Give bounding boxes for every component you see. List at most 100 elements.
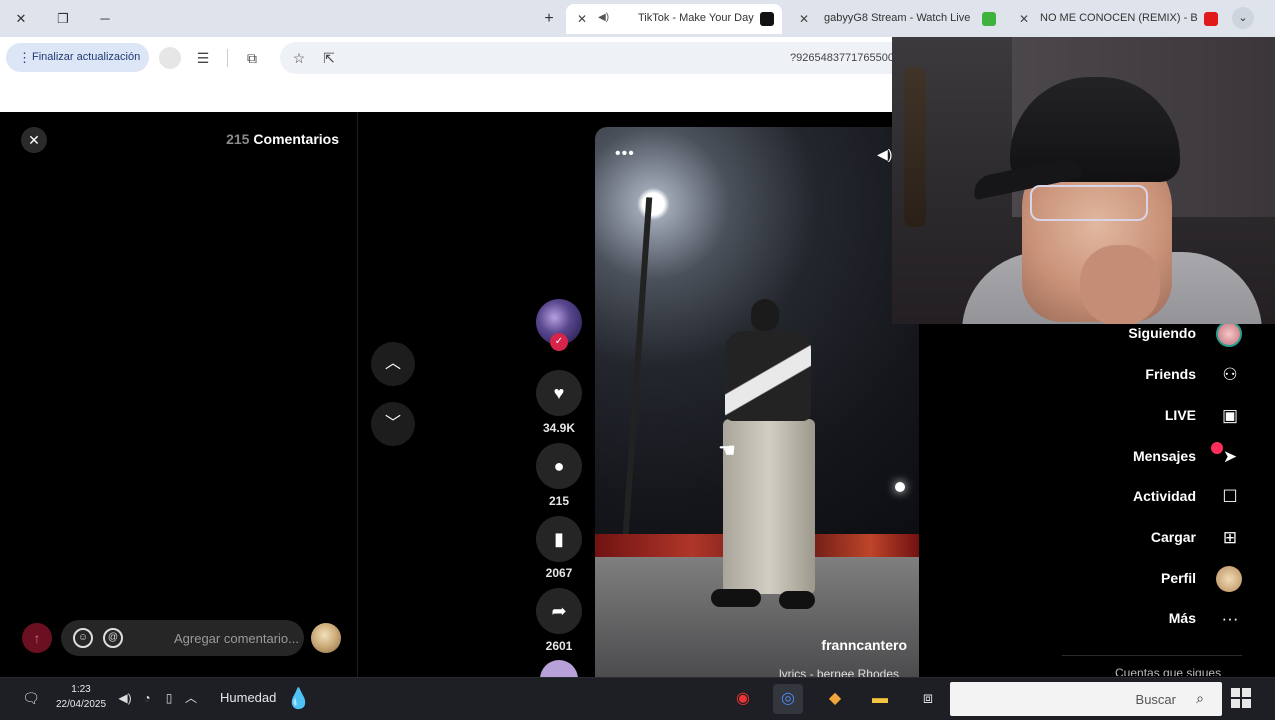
tab-youtube[interactable]: ✕ NO ME CONOCEN (REMIX) - B [1014,4,1226,34]
toolbar-divider [227,49,228,67]
chevron-up-icon: ︿ [384,355,401,372]
screen: ✕ ❐ ─ + ✕ ◀) TikTok - Make Your Day ✕ ga… [0,0,1275,720]
windows-taskbar: 🗨 1:23 22/04/2025 ◀) ◔ ▯ ︿ Humedad 💧 ◉ ◎… [0,677,1275,720]
clock-date: 22/04/2025 [55,699,107,710]
close-window-icon[interactable]: ✕ [10,8,32,30]
distant-light [895,482,905,492]
upload-icon: ⊞ [1222,528,1238,547]
street-light-pole [619,197,653,577]
youtube-favicon-icon [1204,12,1218,26]
bluestacks-app-icon[interactable]: ◆ [820,684,850,714]
comment-button[interactable]: ● [536,443,582,489]
bookmark-star-icon[interactable]: ☆ [289,48,309,68]
notification-center-icon[interactable]: 🗨 [20,687,42,709]
webcam-hand [1080,245,1160,324]
sidebar-item-profile[interactable]: Perfil [1100,564,1244,594]
volume-icon[interactable]: ◀) [116,689,134,707]
tab-close-icon[interactable]: ✕ [1016,11,1032,27]
video-author[interactable]: franncantero [821,637,907,653]
battery-icon[interactable]: ▯ [160,689,178,707]
new-tab-button[interactable]: + [538,8,560,30]
creator-avatar[interactable]: ✓ [536,299,582,351]
comments-count: 215 [226,131,250,147]
chevron-down-icon: ﹀ [384,415,401,432]
sidebar-item-upload[interactable]: Cargar ⊞ [1100,523,1244,553]
dancer-jacket [725,331,811,421]
water-drop-icon[interactable]: 💧 [286,686,311,712]
sidebar-item-label: Siguiendo [1128,325,1196,341]
video-music[interactable]: lyrics - bernee Rhodes [779,667,899,677]
dancer-shoe [711,589,761,607]
tab-tiktok[interactable]: ✕ ◀) TikTok - Make Your Day [566,4,782,34]
share-button[interactable]: ➦ [536,588,582,634]
follow-check-icon[interactable]: ✓ [550,333,568,351]
tab-title: TikTok - Make Your Day [638,12,754,24]
send-comment-button[interactable]: ↑ [22,623,52,653]
comment-input-box: ☺ @ [61,620,304,656]
previous-video-button[interactable]: ︿ [371,342,415,386]
more-icon: ··· [1221,609,1239,628]
following-avatar-icon [1216,321,1242,347]
file-explorer-icon[interactable]: ▬ [865,684,895,714]
sidebar-item-more[interactable]: Más ··· [1100,604,1244,634]
task-view-icon[interactable]: ⧈ [913,684,943,714]
heart-icon: ♥ [553,383,565,403]
clock-time: 1:23 [71,684,91,695]
browser-tab-bar: ✕ ❐ ─ + ✕ ◀) TikTok - Make Your Day ✕ ga… [0,0,1275,37]
kebab-menu-icon: ⋮ [18,50,31,65]
sidebar-item-live[interactable]: LIVE ▣ [1100,401,1244,431]
next-video-button[interactable]: ﹀ [371,402,415,446]
page-header-band [0,79,892,112]
update-button[interactable]: ⋮ Finalizar actualización [6,43,149,72]
video-more-icon[interactable]: ••• [615,145,635,163]
tab-audio-icon[interactable]: ◀) [598,12,609,23]
windows-start-icon[interactable] [1231,688,1251,708]
comment-count: 215 [548,494,570,508]
emoji-icon[interactable]: ☺ [73,628,93,648]
reading-list-icon[interactable]: ☰ [193,48,213,68]
bookmark-icon: ▮ [554,529,564,549]
save-button[interactable]: ▮ [536,516,582,562]
like-button[interactable]: ♥ [536,370,582,416]
sidebar-item-friends[interactable]: Friends ⚇ [1100,360,1244,390]
user-avatar [311,623,341,653]
comment-input[interactable] [139,628,299,648]
sidebar-item-label: Perfil [1160,570,1196,586]
mention-icon[interactable]: @ [103,628,123,648]
close-comments-button[interactable]: ✕ [21,127,47,153]
weather-label[interactable]: Humedad [220,690,276,705]
tab-search-chevron-icon[interactable]: ⌄ [1232,7,1254,29]
sidebar-item-label: Actividad [1132,488,1196,504]
install-app-icon[interactable]: ⇱ [319,48,339,68]
profile-icon[interactable] [159,47,181,69]
chrome-app-icon[interactable]: ◎ [773,684,803,714]
video-player[interactable]: ••• ◀) franncantero lyrics - bernee Rhod… [595,127,919,677]
comment-bubble-icon: ● [553,456,565,476]
browser-toolbar: ⋮ Finalizar actualización ☰ ⧉ ☆ ⇱ [0,37,892,79]
dancer-shoe [779,591,815,609]
tray-chevron-icon[interactable]: ︿ [182,689,200,707]
extensions-icon[interactable]: ⧉ [242,48,262,68]
tab-close-icon[interactable]: ✕ [574,11,590,27]
messages-badge [1211,442,1223,454]
taskbar-clock[interactable]: 1:23 22/04/2025 [52,682,110,712]
kick-favicon-icon [982,12,996,26]
sidebar-item-activity[interactable]: Actividad ☐ [1100,482,1244,512]
restore-window-icon[interactable]: ❐ [52,8,74,30]
dancer-head [751,299,779,331]
like-count: 34.9K [542,421,576,435]
url-text[interactable]: ?9265483771765500 [790,52,894,64]
sidebar-footer: Cuentas que sigues [1115,666,1222,676]
webcam-glasses [1030,185,1148,221]
minimize-window-icon[interactable]: ─ [94,8,116,30]
tab-close-icon[interactable]: ✕ [796,11,812,27]
wifi-icon[interactable]: ◔ [138,689,156,707]
start-tile [1242,699,1251,708]
start-tile [1231,688,1240,697]
taskbar-search-box[interactable]: Buscar ⌕ [950,682,1222,716]
tab-stream[interactable]: ✕ gabyyG8 Stream - Watch Live [794,4,1004,34]
volume-icon[interactable]: ◀) [877,146,892,163]
obs-app-icon[interactable]: ◉ [728,684,758,714]
sidebar-item-label: Friends [1145,366,1196,382]
update-button-label: Finalizar actualización [32,51,141,63]
